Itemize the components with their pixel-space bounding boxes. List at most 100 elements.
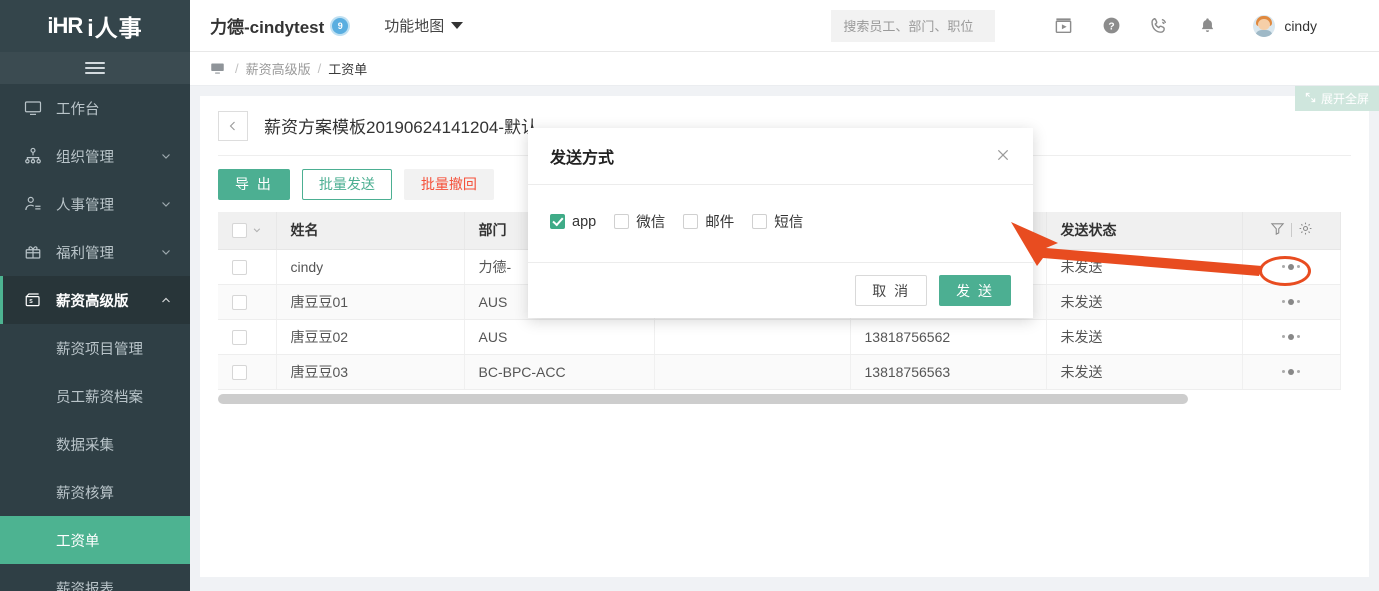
chevron-down-icon[interactable] — [252, 225, 262, 235]
monitor-icon[interactable] — [210, 61, 225, 76]
row-checkbox[interactable] — [232, 329, 247, 345]
search-input[interactable]: 搜索员工、部门、职位 — [831, 9, 996, 42]
gear-icon[interactable] — [1298, 221, 1313, 239]
cell-actions — [1242, 249, 1341, 285]
sidebar-subitem-label: 工资单 — [56, 533, 100, 550]
option-label: 邮件 — [705, 215, 735, 231]
breadcrumb-item-parent[interactable]: 薪资高级版 — [246, 59, 311, 78]
breadcrumb-item-current: 工资单 — [328, 62, 368, 77]
batch-send-button[interactable]: 批量发送 — [301, 168, 392, 200]
user-menu[interactable]: cindy — [1253, 14, 1317, 37]
checkbox-sms[interactable] — [752, 214, 768, 229]
sidebar-item-label: 工作台 — [56, 101, 100, 118]
table-row[interactable]: 唐豆豆03 BC-BPC-ACC 13818756563 未发送 — [218, 354, 1341, 390]
cancel-button[interactable]: 取 消 — [855, 275, 928, 306]
checkbox-wechat[interactable] — [614, 214, 630, 229]
modal-title: 发送方式 — [550, 150, 615, 167]
function-map-label: 功能地图 — [384, 18, 445, 35]
toolbar-divider — [1290, 223, 1292, 238]
svg-text:?: ? — [1108, 21, 1114, 32]
batch-revoke-button[interactable]: 批量撤回 — [403, 168, 494, 200]
row-checkbox[interactable] — [232, 294, 247, 310]
verified-badge-icon: 9 — [332, 17, 349, 34]
chevron-down-icon — [162, 202, 170, 207]
export-button[interactable]: 导 出 — [218, 168, 290, 200]
option-label: 微信 — [636, 215, 666, 231]
company-switcher[interactable]: 力德-cindytest 9 — [210, 13, 349, 38]
cell-name: 唐豆豆01 — [276, 284, 465, 320]
topbar-right-group: 搜索员工、部门、职位 ? cindy — [831, 0, 1379, 52]
sidebar-subitem-employee-salary-files[interactable]: 员工薪资档案 — [0, 372, 190, 420]
sidebar-item-payroll-advanced[interactable]: S 薪资高级版 — [0, 276, 190, 324]
column-header-name[interactable]: 姓名 — [276, 212, 465, 250]
more-actions-button[interactable] — [1257, 298, 1326, 305]
select-all-checkbox[interactable] — [232, 222, 247, 238]
modal-header: 发送方式 — [528, 128, 1033, 185]
sidebar-subitem-label: 薪资报表 — [56, 581, 114, 591]
sidebar-item-workbench[interactable]: 工作台 — [0, 84, 190, 132]
option-wechat[interactable]: 微信 — [614, 211, 665, 232]
more-actions-button[interactable] — [1257, 368, 1326, 375]
company-name: 力德-cindytest — [210, 18, 325, 37]
expand-icon — [1305, 92, 1316, 106]
sidebar-item-label: 组织管理 — [56, 149, 114, 166]
cell-actions — [1242, 319, 1341, 355]
close-icon[interactable] — [995, 147, 1011, 166]
checkbox-app[interactable] — [550, 214, 565, 229]
cell-status: 未发送 — [1046, 249, 1243, 285]
select-all-header — [218, 212, 277, 250]
help-icon[interactable]: ? — [1087, 0, 1135, 52]
sidebar-subitem-salary-accounting[interactable]: 薪资核算 — [0, 468, 190, 516]
option-app[interactable]: app — [550, 214, 596, 230]
search-placeholder: 搜索员工、部门、职位 — [843, 19, 974, 34]
chevron-up-icon — [162, 297, 170, 303]
sidebar-subitem-data-collection[interactable]: 数据采集 — [0, 420, 190, 468]
sidebar-item-benefits[interactable]: 福利管理 — [0, 228, 190, 276]
scrollbar-thumb[interactable] — [218, 393, 1188, 404]
cell-name: 唐豆豆02 — [276, 319, 465, 355]
more-actions-button[interactable] — [1257, 263, 1326, 270]
option-label: app — [572, 213, 597, 230]
expand-fullscreen-button[interactable]: 展开全屏 — [1294, 86, 1379, 111]
sidebar-subitem-label: 员工薪资档案 — [56, 389, 143, 406]
horizontal-scrollbar[interactable] — [218, 390, 1340, 404]
sidebar-subitem-label: 薪资项目管理 — [56, 341, 143, 358]
brand-mark-icon: iHR — [47, 13, 83, 38]
sidebar-item-organization[interactable]: 组织管理 — [0, 132, 190, 180]
option-email[interactable]: 邮件 — [683, 211, 734, 232]
table-row[interactable]: 唐豆豆02 AUS 13818756562 未发送 — [218, 319, 1341, 355]
video-icon[interactable] — [1039, 0, 1087, 52]
avatar — [1253, 14, 1276, 37]
breadcrumb-separator: / — [317, 61, 322, 76]
back-button[interactable] — [218, 110, 248, 141]
modal-footer: 取 消 发 送 — [528, 262, 1033, 318]
cell-phone: 13818756562 — [850, 319, 1047, 355]
row-checkbox[interactable] — [232, 259, 247, 275]
column-header-tools — [1242, 212, 1341, 250]
sidebar-subitem-salary-reports[interactable]: 薪资报表 — [0, 564, 190, 591]
sidebar-subitem-salary-projects[interactable]: 薪资项目管理 — [0, 324, 190, 372]
org-tree-icon — [22, 145, 44, 167]
brand-logo[interactable]: iHR i人事 — [0, 0, 190, 52]
cell-dept: BC-BPC-ACC — [464, 354, 655, 390]
sidebar-item-hr[interactable]: 人事管理 — [0, 180, 190, 228]
row-checkbox[interactable] — [232, 364, 247, 380]
phone-icon[interactable] — [1135, 0, 1183, 52]
option-sms[interactable]: 短信 — [752, 211, 803, 232]
column-header-status[interactable]: 发送状态 — [1046, 212, 1243, 250]
filter-icon[interactable] — [1270, 221, 1285, 239]
send-button[interactable]: 发 送 — [939, 275, 1011, 306]
sidebar-collapse-toggle[interactable] — [0, 52, 190, 84]
bell-icon[interactable] — [1183, 0, 1231, 52]
hamburger-icon — [85, 59, 105, 77]
more-actions-button[interactable] — [1257, 333, 1326, 340]
app-root: iHR i人事 工作台 组织管理 人事管理 福利管理 S 薪资高级版 薪资项目管… — [0, 0, 1379, 591]
checkbox-email[interactable] — [683, 214, 699, 229]
cell-dept: AUS — [464, 319, 655, 355]
sidebar-subitem-payslip[interactable]: 工资单 — [0, 516, 190, 564]
brand-name: i人事 — [87, 15, 143, 41]
function-map-menu[interactable]: 功能地图 — [384, 15, 464, 36]
option-label: 短信 — [774, 215, 804, 231]
user-name: cindy — [1284, 17, 1317, 34]
gift-icon — [22, 241, 44, 263]
